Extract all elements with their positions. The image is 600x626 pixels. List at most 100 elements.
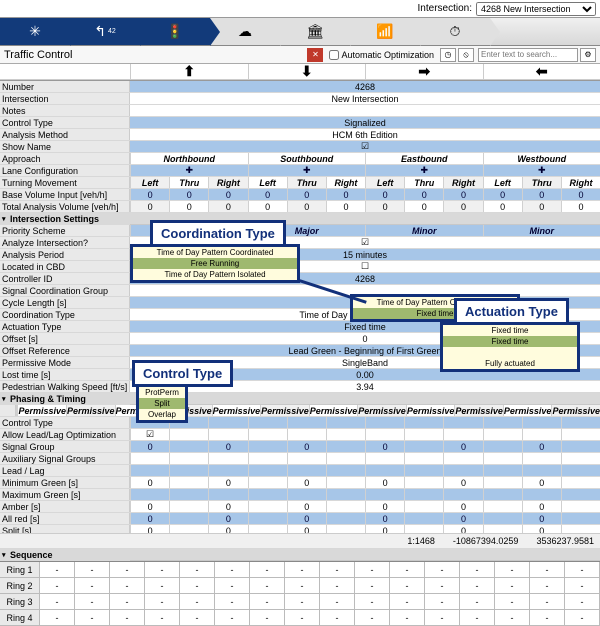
row-value[interactable]: ☑ <box>130 141 600 152</box>
row-value[interactable]: New Intersection <box>130 93 600 104</box>
cell[interactable] <box>287 429 326 440</box>
cell[interactable] <box>483 465 522 476</box>
cell[interactable] <box>287 453 326 464</box>
cell[interactable] <box>169 453 208 464</box>
seq-cell[interactable]: - <box>390 610 425 626</box>
cell[interactable] <box>169 501 208 512</box>
cell[interactable] <box>483 453 522 464</box>
cell[interactable]: Right <box>208 177 247 188</box>
cell[interactable] <box>483 489 522 500</box>
cell[interactable] <box>483 417 522 428</box>
cell[interactable] <box>561 489 600 500</box>
cell[interactable]: 0 <box>287 201 326 212</box>
cell[interactable]: 0 <box>326 189 365 200</box>
cell[interactable] <box>561 501 600 512</box>
cell[interactable] <box>208 429 247 440</box>
cell[interactable]: 0 <box>522 441 561 452</box>
cell[interactable] <box>326 417 365 428</box>
dropdown-option[interactable]: ProtPerm <box>139 387 185 398</box>
cell[interactable]: Permissive <box>212 405 261 416</box>
seq-cell[interactable]: - <box>145 610 180 626</box>
cell[interactable]: 0 <box>169 201 208 212</box>
cell[interactable]: Thru <box>169 177 208 188</box>
cell[interactable]: Permissive <box>260 405 309 416</box>
cell[interactable] <box>248 417 287 428</box>
cell[interactable]: 0 <box>248 201 287 212</box>
cell[interactable]: 0 <box>443 201 482 212</box>
seq-cell[interactable]: - <box>250 610 285 626</box>
cell[interactable]: 0 <box>483 201 522 212</box>
cell[interactable] <box>130 489 169 500</box>
cell[interactable]: 0 <box>208 501 247 512</box>
cell[interactable] <box>169 441 208 452</box>
cell[interactable]: 0 <box>522 513 561 524</box>
dropdown-option[interactable]: Overlap <box>139 409 185 420</box>
cell[interactable]: Left <box>130 177 169 188</box>
cell[interactable] <box>404 477 443 488</box>
seq-cell[interactable]: - <box>565 594 600 610</box>
cell[interactable] <box>326 489 365 500</box>
seq-cell[interactable]: - <box>110 562 145 578</box>
seq-cell[interactable]: - <box>285 578 320 594</box>
cell[interactable] <box>561 477 600 488</box>
intersection-select[interactable]: 4268 New Intersection <box>476 2 596 16</box>
seq-cell[interactable]: - <box>425 562 460 578</box>
cell[interactable]: Permissive <box>454 405 503 416</box>
seq-cell[interactable]: - <box>215 594 250 610</box>
cell[interactable]: 0 <box>208 477 247 488</box>
row-value[interactable]: Signalized <box>130 117 600 128</box>
cell[interactable] <box>561 429 600 440</box>
cell[interactable]: Minor <box>365 225 483 236</box>
seq-cell[interactable]: - <box>215 610 250 626</box>
search-input[interactable] <box>478 48 578 62</box>
cell[interactable]: Right <box>443 177 482 188</box>
cell[interactable] <box>404 465 443 476</box>
cell[interactable]: 0 <box>522 477 561 488</box>
seq-cell[interactable]: - <box>565 562 600 578</box>
seq-cell[interactable]: - <box>250 594 285 610</box>
cell[interactable] <box>483 513 522 524</box>
cell[interactable] <box>522 489 561 500</box>
cell[interactable]: 0 <box>443 513 482 524</box>
close-icon[interactable]: ✕ <box>307 48 323 62</box>
cell[interactable] <box>522 429 561 440</box>
seq-cell[interactable]: - <box>285 610 320 626</box>
auto-opt-checkbox[interactable] <box>329 50 339 60</box>
cell[interactable] <box>169 429 208 440</box>
cell[interactable]: ✚ <box>248 165 366 176</box>
cell[interactable] <box>326 465 365 476</box>
cell[interactable] <box>208 417 247 428</box>
seq-cell[interactable]: - <box>460 610 495 626</box>
cell[interactable] <box>404 501 443 512</box>
cell[interactable]: Southbound <box>248 153 366 164</box>
seq-cell[interactable]: - <box>565 578 600 594</box>
cell[interactable] <box>130 453 169 464</box>
cell[interactable] <box>326 441 365 452</box>
cell[interactable] <box>130 465 169 476</box>
cell[interactable] <box>561 465 600 476</box>
seq-cell[interactable]: - <box>180 562 215 578</box>
cell[interactable] <box>169 513 208 524</box>
seq-cell[interactable]: - <box>110 610 145 626</box>
cell[interactable]: 0 <box>365 501 404 512</box>
cell[interactable] <box>169 477 208 488</box>
cell[interactable] <box>404 429 443 440</box>
seq-cell[interactable]: - <box>285 594 320 610</box>
seq-cell[interactable]: - <box>145 562 180 578</box>
cell[interactable]: Left <box>365 177 404 188</box>
cell[interactable]: 0 <box>365 201 404 212</box>
seq-cell[interactable]: - <box>355 610 390 626</box>
row-value[interactable] <box>130 105 600 116</box>
cell[interactable]: 0 <box>365 477 404 488</box>
cell[interactable] <box>404 453 443 464</box>
seq-cell[interactable]: - <box>355 594 390 610</box>
cell[interactable] <box>326 501 365 512</box>
seq-cell[interactable]: - <box>460 594 495 610</box>
seq-cell[interactable]: - <box>40 610 75 626</box>
seq-cell[interactable]: - <box>495 610 530 626</box>
cell[interactable]: 0 <box>365 189 404 200</box>
tab-weather[interactable]: ☁ <box>210 18 280 45</box>
cell[interactable] <box>522 453 561 464</box>
cell[interactable]: Permissive <box>357 405 406 416</box>
dropdown-actuation-type[interactable]: Fixed timeFixed timeFully actuated <box>440 322 580 372</box>
